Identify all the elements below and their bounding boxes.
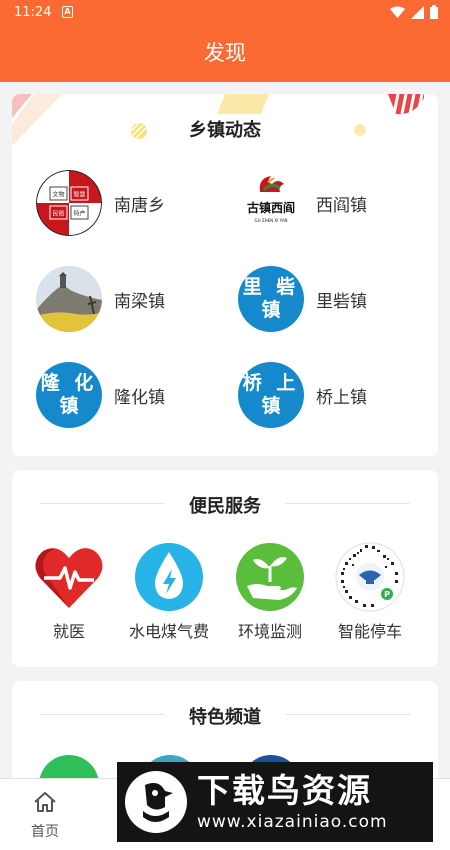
divider [285, 503, 410, 504]
service-environment[interactable]: 环境监测 [220, 542, 320, 642]
lizhai-badge: 里 砦 镇 [238, 266, 304, 332]
app-notification-icon: A [62, 6, 73, 18]
town-news-card: 乡镇动态 文物 智慧 民俗 特产 南唐乡 古镇西阎 GU ZHEN XI YAN… [12, 94, 438, 456]
badge-text: 镇 [59, 395, 79, 417]
town-news-title: 乡镇动态 [189, 120, 261, 141]
nantang-logo: 文物 智慧 民俗 特产 [36, 170, 102, 236]
svg-text:P: P [384, 590, 390, 599]
service-parking[interactable]: P 智能停车 [320, 542, 420, 642]
stripe-decoration [217, 94, 269, 114]
home-icon [34, 792, 56, 812]
town-name: 桥上镇 [316, 387, 367, 408]
badge-text: 镇 [261, 395, 281, 417]
badge-text: 桥 上 [242, 372, 300, 394]
mountain-photo-icon [36, 266, 102, 332]
services-card: 便民服务 就医 水电煤气费 环境监测 P 智能停车 [12, 470, 438, 667]
status-bar: 11:24 A [0, 0, 450, 26]
town-name: 南梁镇 [114, 291, 165, 312]
town-item-nanliang[interactable]: 南梁镇 [36, 264, 236, 334]
nantang-logo-text: 特产 [73, 210, 85, 218]
xiyan-logo-pinyin: GU ZHEN XI YAN [255, 218, 288, 223]
service-label: 水电煤气费 [128, 622, 209, 641]
xiyan-emblem-icon: 古镇西阎 GU ZHEN XI YAN [247, 176, 295, 223]
status-icons [390, 5, 438, 19]
town-item-qiaoshang[interactable]: 桥 上 镇 桥上镇 [238, 360, 438, 430]
town-name: 西阎镇 [316, 195, 367, 216]
town-name: 里砦镇 [316, 291, 367, 312]
nantang-logo-text: 智慧 [73, 191, 85, 199]
water-bolt-icon [134, 542, 204, 612]
service-utilities[interactable]: 水电煤气费 [119, 542, 219, 642]
status-time: 11:24 [14, 5, 52, 20]
badge-text: 镇 [261, 299, 281, 321]
channels-title: 特色频道 [189, 707, 261, 728]
xiyan-logo: 古镇西阎 GU ZHEN XI YAN [238, 170, 304, 236]
battery-icon [430, 5, 438, 19]
wifi-icon [390, 6, 405, 18]
services-title: 便民服务 [189, 496, 261, 517]
town-name: 隆化镇 [114, 387, 165, 408]
stripe-decoration [388, 94, 424, 115]
town-item-xiyan[interactable]: 古镇西阎 GU ZHEN XI YAN 西阎镇 [238, 168, 438, 238]
nanliang-photo [36, 266, 102, 332]
watermark-title: 下载鸟资源 [197, 771, 372, 810]
town-name: 南唐乡 [114, 195, 165, 216]
service-label: 智能停车 [337, 622, 402, 641]
qr-code-icon: P [335, 542, 405, 612]
nantang-logo-text: 民俗 [52, 210, 64, 218]
divider [285, 714, 410, 715]
longhua-badge: 隆 化 镇 [36, 362, 102, 428]
nantang-logo-text: 文物 [52, 191, 64, 199]
nav-item-home[interactable]: 首页 [0, 791, 90, 841]
town-item-nantang[interactable]: 文物 智慧 民俗 特产 南唐乡 [36, 168, 236, 238]
xiyan-logo-text: 古镇西阎 [247, 200, 295, 215]
sprout-hand-icon [235, 542, 305, 612]
page-title: 发现 [0, 26, 450, 82]
watermark-banner: 下载鸟资源 www.xiazainiao.com [117, 762, 433, 842]
badge-text: 隆 化 [40, 372, 98, 394]
qiaoshang-badge: 桥 上 镇 [238, 362, 304, 428]
service-label: 环境监测 [237, 622, 302, 641]
badge-text: 里 砦 [242, 276, 300, 298]
service-medical[interactable]: 就医 [19, 542, 119, 642]
town-item-longhua[interactable]: 隆 化 镇 隆化镇 [36, 360, 236, 430]
watermark-url: www.xiazainiao.com [197, 812, 388, 832]
service-label: 就医 [52, 622, 85, 641]
nantang-emblem-icon: 文物 智慧 民俗 特产 [36, 170, 102, 236]
nav-label: 首页 [31, 824, 59, 840]
watermark-logo-icon [125, 771, 187, 833]
signal-icon [411, 5, 424, 19]
heart-pulse-icon [34, 542, 104, 612]
town-item-lizhai[interactable]: 里 砦 镇 里砦镇 [238, 264, 438, 334]
